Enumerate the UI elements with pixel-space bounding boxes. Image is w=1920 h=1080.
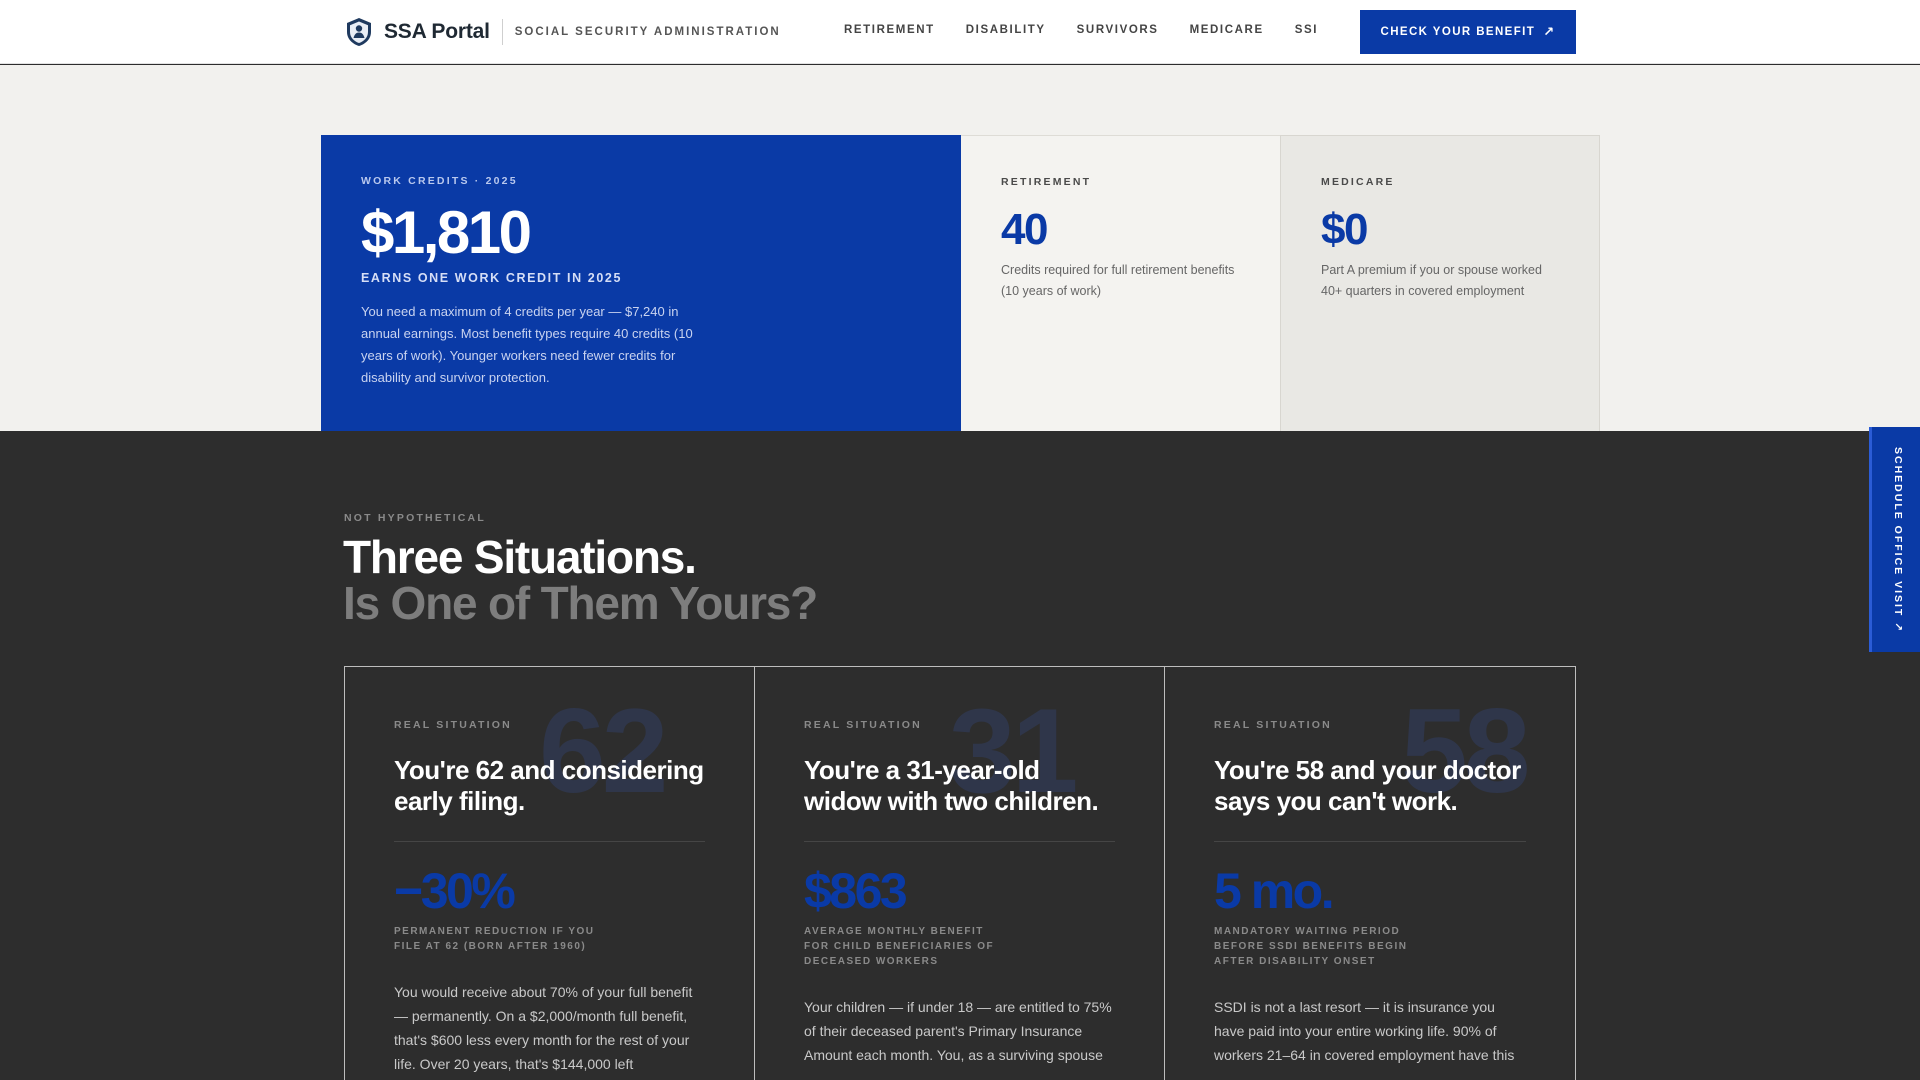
work-credits-value: $1,810 — [361, 199, 532, 266]
card-divider — [1214, 841, 1526, 842]
work-credits-panel: WORK CREDITS · 2025 $1,810 EARNS ONE WOR… — [321, 135, 961, 431]
card-title: You're a 31-year-old widow with two chil… — [804, 755, 1099, 816]
card-body: SSDI is not a last resort — it is insura… — [1214, 999, 1515, 1063]
main-nav: RETIREMENT DISABILITY SURVIVORS MEDICARE… — [844, 24, 1349, 36]
work-credits-eyebrow: WORK CREDITS · 2025 — [361, 175, 518, 187]
nav-item-ssi[interactable]: SSI — [1295, 24, 1318, 36]
situations-headline: Three Situations. — [343, 531, 697, 583]
retirement-description: Credits required for full retirement ben… — [1001, 263, 1235, 298]
medicare-panel: MEDICARE $0 Part A premium if you or spo… — [1280, 135, 1600, 431]
card-stat-label: PERMANENT REDUCTION IF YOU FILE AT 62 (B… — [394, 926, 595, 952]
card-stat-label: MANDATORY WAITING PERIOD BEFORE SSDI BEN… — [1214, 926, 1408, 967]
situations-section: NOT HYPOTHETICAL Three Situations. Is On… — [0, 431, 1920, 1080]
situation-cards: 62 REAL SITUATION You're 62 and consider… — [344, 666, 1576, 1080]
card-stat: 5 mo. — [1214, 863, 1335, 919]
card-divider — [804, 841, 1115, 842]
side-tab-label-text: SCHEDULE OFFICE VISIT — [1892, 447, 1904, 618]
card-body: Your children — if under 18 — are entitl… — [804, 999, 1112, 1063]
brand[interactable]: SSA Portal SOCIAL SECURITY ADMINISTRATIO… — [345, 17, 781, 47]
card-title: You're 62 and considering early filing. — [394, 755, 704, 816]
schedule-office-visit-tab[interactable]: SCHEDULE OFFICE VISIT ↗ — [1869, 427, 1920, 652]
nav-item-survivors[interactable]: SURVIVORS — [1077, 24, 1159, 36]
brand-divider — [501, 19, 503, 45]
shield-logo-icon — [347, 18, 371, 46]
card-eyebrow: REAL SITUATION — [804, 719, 922, 731]
card-stat: $863 — [804, 863, 908, 919]
side-tab-label: SCHEDULE OFFICE VISIT ↗ — [1892, 447, 1904, 633]
check-your-benefit-button[interactable]: CHECK YOUR BENEFIT ↗ — [1360, 10, 1576, 54]
card-eyebrow: REAL SITUATION — [394, 719, 512, 731]
arrow-up-right-icon: ↗ — [1543, 24, 1556, 39]
work-credits-subtitle: EARNS ONE WORK CREDIT IN 2025 — [361, 271, 623, 285]
situations-subheadline: Is One of Them Yours? — [343, 577, 818, 629]
situation-card-disability[interactable]: 58 REAL SITUATION You're 58 and your doc… — [1165, 667, 1575, 1080]
medicare-eyebrow: MEDICARE — [1321, 176, 1395, 188]
arrow-up-right-icon: ↗ — [1892, 622, 1904, 634]
situations-kicker: NOT HYPOTHETICAL — [344, 512, 486, 524]
card-stat: −30% — [394, 863, 516, 919]
card-divider — [394, 841, 705, 842]
brand-name: SSA Portal — [384, 20, 490, 43]
cta-label: CHECK YOUR BENEFIT — [1380, 26, 1536, 38]
card-body: You would receive about 70% of your full… — [394, 984, 693, 1072]
situation-card-widow[interactable]: 31 REAL SITUATION You're a 31-year-old w… — [755, 667, 1165, 1080]
situation-card-early-filing[interactable]: 62 REAL SITUATION You're 62 and consider… — [345, 667, 755, 1080]
site-header: SSA Portal SOCIAL SECURITY ADMINISTRATIO… — [0, 0, 1920, 64]
work-credits-description: You need a maximum of 4 credits per year… — [361, 304, 693, 385]
card-eyebrow: REAL SITUATION — [1214, 719, 1332, 731]
nav-item-disability[interactable]: DISABILITY — [966, 24, 1046, 36]
retirement-panel: RETIREMENT 40 Credits required for full … — [961, 135, 1280, 431]
medicare-value: $0 — [1321, 205, 1368, 254]
medicare-description: Part A premium if you or spouse worked 4… — [1321, 263, 1542, 298]
retirement-eyebrow: RETIREMENT — [1001, 176, 1092, 188]
brand-subtitle: SOCIAL SECURITY ADMINISTRATION — [514, 26, 781, 38]
nav-item-retirement[interactable]: RETIREMENT — [844, 24, 935, 36]
retirement-value: 40 — [1001, 205, 1048, 254]
nav-item-medicare[interactable]: MEDICARE — [1190, 24, 1264, 36]
card-title: You're 58 and your doctor says you can't… — [1214, 755, 1521, 816]
stats-section: WORK CREDITS · 2025 $1,810 EARNS ONE WOR… — [0, 65, 1920, 431]
card-stat-label: AVERAGE MONTHLY BENEFIT FOR CHILD BENEFI… — [804, 926, 995, 967]
